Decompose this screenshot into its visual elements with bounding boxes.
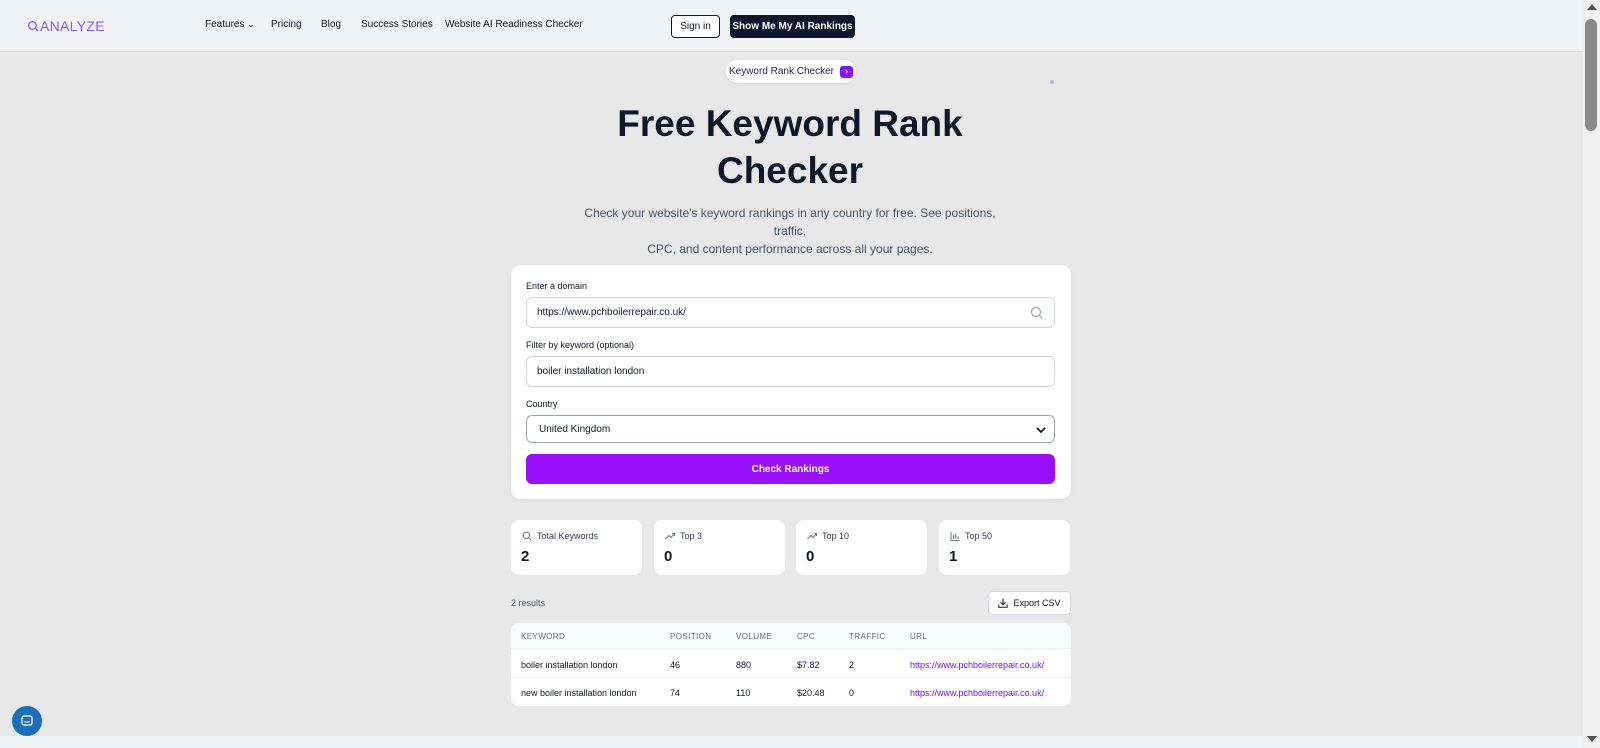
column-header-position[interactable]: POSITION <box>670 632 711 641</box>
cell-keyword: boiler installation london <box>521 660 618 670</box>
keyword-input-value: boiler installation london <box>537 366 645 377</box>
cell-url-link[interactable]: https://www.pchboilerrepair.co.uk/ <box>910 688 1044 698</box>
top-nav-bar: ANALYZE Features ⌄ Pricing Blog Success S… <box>0 0 1583 52</box>
cell-volume: 110 <box>736 688 751 698</box>
vertical-scrollbar[interactable] <box>1583 0 1600 748</box>
nav-features-label: Features <box>205 19 245 30</box>
keyword-input[interactable]: boiler installation london <box>526 356 1055 387</box>
stat-top-3: Top 3 0 <box>654 520 785 575</box>
sign-in-button[interactable]: Sign in <box>671 15 720 38</box>
page-subtitle: Check your website's keyword rankings in… <box>570 204 1010 258</box>
cell-position: 74 <box>670 688 681 698</box>
export-csv-label: Export CSV <box>1013 598 1061 608</box>
pill-label: Keyword Rank Checker <box>728 66 835 77</box>
scroll-up-arrow-icon[interactable] <box>1587 4 1597 10</box>
stat-top-50: Top 50 1 <box>939 520 1070 575</box>
domain-input-value: https://www.pchboilerrepair.co.uk/ <box>537 307 686 318</box>
stat-label: Top 50 <box>965 531 993 541</box>
column-header-keyword[interactable]: KEYWORD <box>521 632 565 641</box>
logo-icon <box>28 21 39 32</box>
download-icon <box>998 598 1009 608</box>
domain-input[interactable]: https://www.pchboilerrepair.co.uk/ <box>526 297 1055 328</box>
search-form-card: Enter a domain https://www.pchboilerrepa… <box>511 265 1071 499</box>
title-line-2: Checker <box>716 150 864 191</box>
keyword-label: Filter by keyword (optional) <box>526 340 635 350</box>
stat-label-row: Top 3 <box>665 531 702 541</box>
chevron-down-icon <box>1036 427 1046 434</box>
stat-value: 2 <box>521 548 530 565</box>
trending-up-icon <box>807 533 817 540</box>
scroll-down-arrow-icon[interactable] <box>1587 736 1597 742</box>
column-header-cpc[interactable]: CPC <box>797 632 815 641</box>
decorative-dot <box>1050 80 1054 84</box>
table-header: KEYWORD POSITION VOLUME CPC TRAFFIC URL <box>511 623 1071 649</box>
stat-top-10: Top 10 0 <box>796 520 927 575</box>
logo[interactable]: ANALYZE <box>27 18 105 34</box>
table-row: boiler installation london 46 880 $7.82 … <box>511 650 1071 678</box>
breadcrumb-pill[interactable]: Keyword Rank Checker › <box>726 60 856 83</box>
check-rankings-button[interactable]: Check Rankings <box>526 454 1055 484</box>
scrollbar-thumb[interactable] <box>1585 19 1597 131</box>
nav-features[interactable]: Features ⌄ <box>205 19 254 30</box>
chat-icon <box>21 715 33 726</box>
search-icon <box>522 531 532 541</box>
stat-label-row: Top 10 <box>807 531 849 541</box>
country-select[interactable]: United Kingdom <box>526 415 1055 443</box>
country-label: Country <box>526 399 558 409</box>
page: ANALYZE Features ⌄ Pricing Blog Success S… <box>0 0 1583 748</box>
column-header-url[interactable]: URL <box>910 632 927 641</box>
cell-keyword: new boiler installation london <box>521 688 637 698</box>
stat-label: Top 10 <box>822 531 850 541</box>
stat-value: 0 <box>664 548 673 565</box>
country-select-value: United Kingdom <box>539 423 611 435</box>
cell-volume: 880 <box>736 660 752 670</box>
nav-success-stories[interactable]: Success Stories <box>361 19 433 30</box>
cell-traffic: 0 <box>849 688 855 698</box>
title-line-1: Free Keyword Rank <box>617 103 963 144</box>
column-header-traffic[interactable]: TRAFFIC <box>849 632 886 641</box>
chevron-right-icon: › <box>840 65 854 78</box>
footer-strip <box>0 736 1583 748</box>
results-count: 2 results <box>511 598 546 608</box>
nav-pricing[interactable]: Pricing <box>271 19 302 30</box>
nav-readiness-checker[interactable]: Website AI Readiness Checker <box>445 19 583 30</box>
stat-label: Top 3 <box>680 531 703 541</box>
cell-cpc: $7.82 <box>797 660 820 670</box>
chat-widget-button[interactable] <box>12 706 42 736</box>
subtitle-line-1: Check your website's keyword rankings in… <box>584 206 996 238</box>
stat-label-row: Top 50 <box>950 531 992 541</box>
results-table: KEYWORD POSITION VOLUME CPC TRAFFIC URL … <box>511 623 1071 706</box>
stat-label-row: Total Keywords <box>522 531 598 541</box>
export-csv-button[interactable]: Export CSV <box>988 591 1071 615</box>
stat-total-keywords: Total Keywords 2 <box>511 520 642 575</box>
nav-blog[interactable]: Blog <box>321 19 341 30</box>
cell-url-link[interactable]: https://www.pchboilerrepair.co.uk/ <box>910 660 1044 670</box>
domain-label: Enter a domain <box>526 281 588 291</box>
logo-text: ANALYZE <box>40 18 105 34</box>
stat-label: Total Keywords <box>537 531 599 541</box>
bar-chart-icon <box>950 532 960 541</box>
stat-value: 0 <box>806 548 815 565</box>
subtitle-line-2: CPC, and content performance across all … <box>647 242 933 256</box>
show-ai-rankings-button[interactable]: Show Me My AI Rankings <box>730 15 855 38</box>
cell-cpc: $20.48 <box>797 688 825 698</box>
column-header-volume[interactable]: VOLUME <box>736 632 772 641</box>
table-row: new boiler installation london 74 110 $2… <box>511 678 1071 706</box>
stat-value: 1 <box>949 548 958 565</box>
cell-traffic: 2 <box>849 660 855 670</box>
cell-position: 46 <box>670 660 681 670</box>
page-title: Free Keyword Rank Checker <box>590 100 990 194</box>
chevron-down-icon: ⌄ <box>247 20 255 29</box>
search-icon <box>1030 306 1043 319</box>
trending-up-icon <box>665 533 675 540</box>
